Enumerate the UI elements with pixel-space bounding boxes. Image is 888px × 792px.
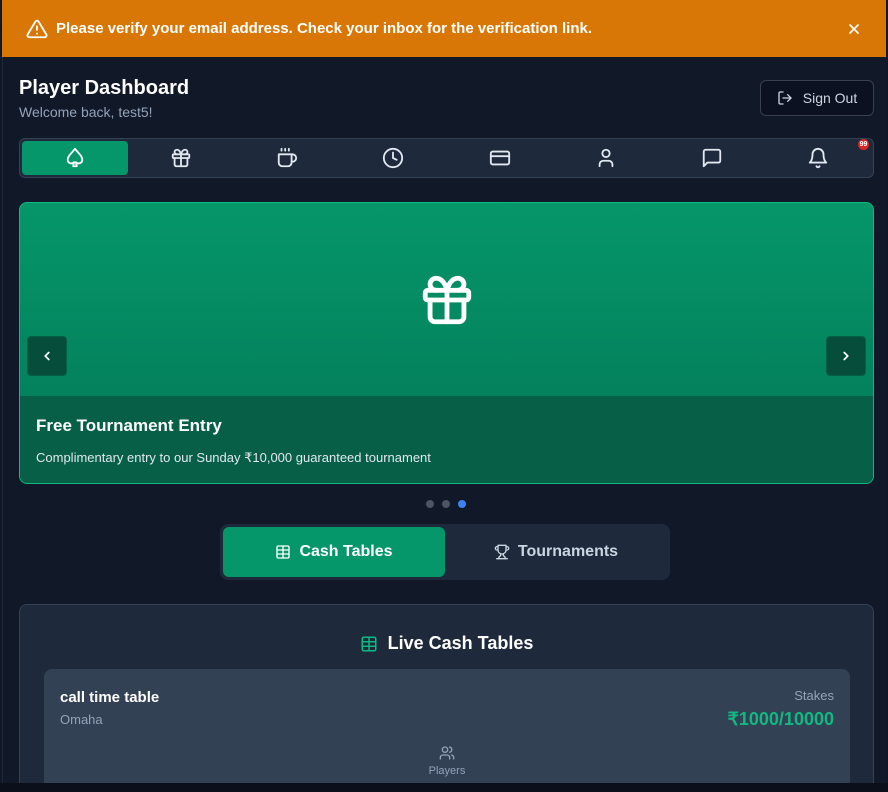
live-cash-tables-panel: Live Cash Tables call time table Omaha S…	[19, 604, 874, 792]
promo-caption: Free Tournament Entry Complimentary entr…	[20, 396, 873, 483]
cash-table-card[interactable]: call time table Omaha Stakes ₹1000/10000…	[44, 669, 850, 792]
dashboard-frame: Player Dashboard Welcome back, test5! Si…	[2, 57, 886, 792]
window-bottom-edge	[0, 783, 888, 792]
players-label: Players	[428, 765, 466, 777]
verification-banner: Please verify your email address. Check …	[2, 0, 886, 57]
stakes-value: ₹1000/10000	[727, 709, 834, 729]
warning-icon	[26, 19, 48, 38]
notification-badge: 99	[858, 139, 869, 150]
game-type-tabs: Cash Tables Tournaments	[220, 524, 670, 580]
tab-cash-label: Cash Tables	[299, 543, 393, 560]
panel-title: Live Cash Tables	[20, 633, 873, 654]
nav-tab-promotions[interactable]	[128, 141, 234, 175]
promo-description: Complimentary entry to our Sunday ₹10,00…	[36, 450, 431, 465]
message-icon	[702, 148, 721, 168]
carousel-dot[interactable]	[442, 500, 450, 508]
user-icon	[598, 148, 614, 168]
banner-message: Please verify your email address. Check …	[56, 20, 593, 37]
carousel-next-button[interactable]	[826, 336, 866, 376]
close-icon[interactable]	[846, 21, 862, 37]
promo-carousel: Free Tournament Entry Complimentary entr…	[19, 202, 874, 484]
bell-icon	[808, 148, 828, 169]
spade-icon	[66, 147, 84, 168]
table-game: Omaha	[60, 712, 103, 727]
nav-tab-payments[interactable]	[447, 141, 553, 175]
logout-icon	[778, 91, 792, 105]
gift-icon	[172, 148, 191, 168]
table-icon	[361, 636, 377, 651]
sign-out-label: Sign Out	[802, 90, 858, 106]
promo-title: Free Tournament Entry	[36, 416, 222, 435]
carousel-indicators	[426, 500, 466, 508]
nav-tab-messages[interactable]	[659, 141, 765, 175]
main-nav: 99	[19, 138, 874, 178]
nav-tab-notifications[interactable]: 99	[765, 139, 871, 175]
trophy-icon	[494, 544, 510, 560]
credit-card-icon	[489, 150, 510, 166]
panel-title-text: Live Cash Tables	[387, 633, 534, 653]
carousel-prev-button[interactable]	[27, 336, 67, 376]
coffee-icon	[278, 147, 298, 168]
tab-tournaments-label: Tournaments	[517, 543, 619, 560]
welcome-text: Welcome back, test5!	[19, 104, 153, 120]
players-info: Players	[44, 745, 850, 777]
chevron-right-icon	[843, 351, 849, 361]
promo-slide-image	[20, 203, 873, 396]
sign-out-button[interactable]: Sign Out	[760, 80, 874, 116]
tab-cash-tables[interactable]: Cash Tables	[223, 527, 445, 577]
page-title: Player Dashboard	[19, 77, 190, 99]
page-header: Player Dashboard Welcome back, test5!	[19, 77, 189, 120]
chevron-left-icon	[44, 351, 50, 361]
clock-icon	[383, 147, 404, 169]
carousel-dot-active[interactable]	[458, 500, 466, 508]
table-icon	[276, 545, 291, 559]
table-name: call time table	[60, 689, 160, 706]
nav-tab-profile[interactable]	[553, 141, 659, 175]
gift-icon	[422, 275, 471, 324]
nav-tab-food[interactable]	[234, 141, 340, 175]
stakes-label: Stakes	[794, 688, 834, 703]
tab-tournaments[interactable]: Tournaments	[445, 527, 667, 577]
carousel-dot[interactable]	[426, 500, 434, 508]
nav-tab-history[interactable]	[340, 141, 446, 175]
nav-tab-tables[interactable]	[22, 141, 129, 175]
users-icon	[439, 746, 455, 760]
